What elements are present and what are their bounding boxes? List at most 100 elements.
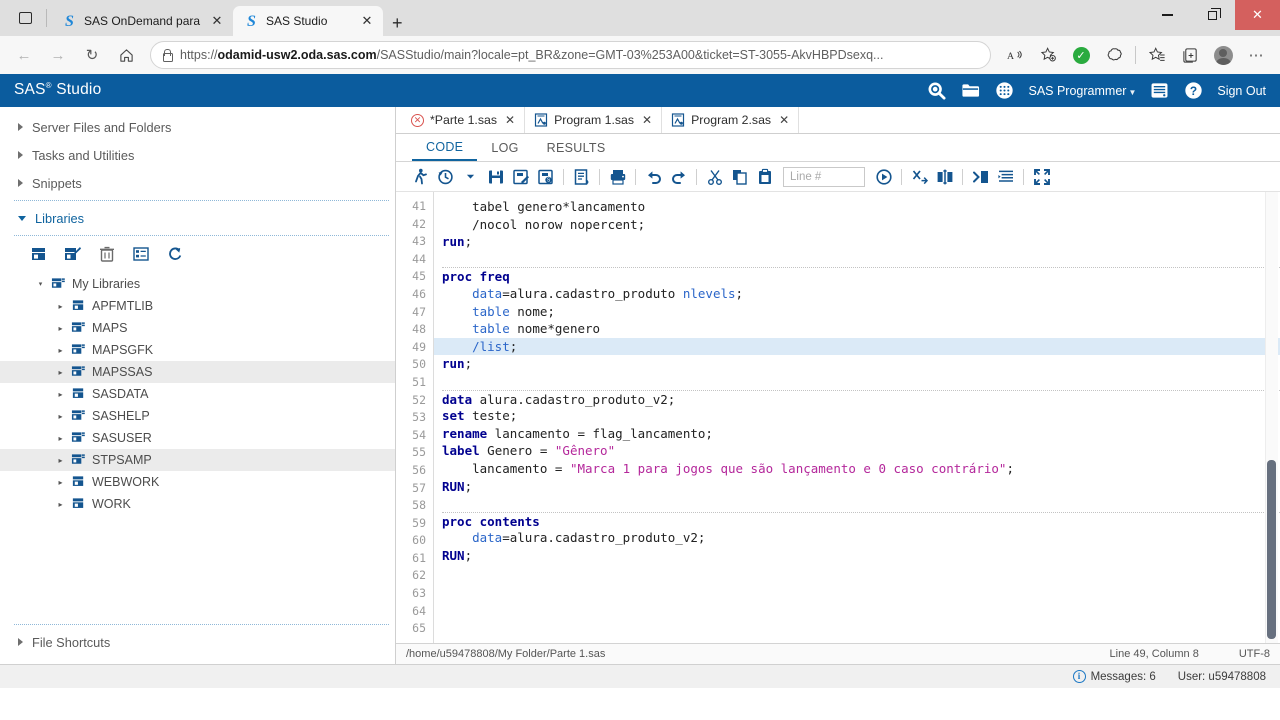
editor-tab-close-icon[interactable]: ✕ xyxy=(505,113,515,127)
add-favorite-icon[interactable] xyxy=(1032,40,1064,70)
code-line[interactable]: set teste; xyxy=(442,407,1280,425)
properties-icon[interactable] xyxy=(569,165,594,189)
collections-icon[interactable] xyxy=(1174,40,1206,70)
tree-node-sasdata[interactable]: ▸ SASDATA xyxy=(0,383,395,405)
options-menu-icon[interactable] xyxy=(1149,80,1170,101)
maximize-view-icon[interactable] xyxy=(1029,165,1054,189)
code-line[interactable]: RUN; xyxy=(442,478,1280,496)
tab-code[interactable]: CODE xyxy=(412,134,478,161)
search-icon[interactable] xyxy=(926,80,947,101)
sidebar-item-server-files-and-folders[interactable]: Server Files and Folders xyxy=(0,113,395,141)
tree-node-mapsgfk[interactable]: ▸ MAPSGFK xyxy=(0,339,395,361)
code-line[interactable] xyxy=(442,600,1280,618)
settings-more-icon[interactable]: ⋯ xyxy=(1240,40,1272,70)
paste-icon[interactable] xyxy=(752,165,777,189)
tab-results[interactable]: RESULTS xyxy=(533,134,620,161)
code-line[interactable] xyxy=(442,617,1280,635)
minimize-button[interactable] xyxy=(1145,0,1190,30)
editor-tab-parte-1[interactable]: ✕ *Parte 1.sas ✕ xyxy=(402,107,526,133)
apps-grid-icon[interactable] xyxy=(994,80,1015,101)
code-scrollbar-track[interactable] xyxy=(1265,192,1278,643)
code-line[interactable]: label Genero = "Gênero" xyxy=(442,442,1280,460)
print-icon[interactable] xyxy=(605,165,630,189)
new-tab-button[interactable]: + xyxy=(383,14,412,36)
tree-node-sashelp[interactable]: ▸ SASHELP xyxy=(0,405,395,427)
code-line[interactable]: /nocol norow nopercent; xyxy=(442,216,1280,234)
tab-search-icon[interactable] xyxy=(8,0,42,36)
code-line[interactable]: data=alura.cadastro_produto_v2; xyxy=(442,529,1280,547)
open-folder-icon[interactable] xyxy=(960,80,981,101)
messages-status[interactable]: i Messages: 6 xyxy=(1072,670,1156,683)
tab-log[interactable]: LOG xyxy=(477,134,532,161)
line-number-input[interactable]: Line # xyxy=(783,166,865,187)
favorites-icon[interactable] xyxy=(1141,40,1173,70)
tree-node-sasuser[interactable]: ▸ SASUSER xyxy=(0,427,395,449)
tree-node-webwork[interactable]: ▸ WEBWORK xyxy=(0,471,395,493)
code-line[interactable] xyxy=(442,495,1280,513)
sidebar-item-snippets[interactable]: Snippets xyxy=(0,169,395,197)
role-selector[interactable]: SAS Programmer ▼ xyxy=(1028,84,1136,98)
code-line[interactable]: proc contents xyxy=(442,511,1280,530)
sidebar-item-tasks-and-utilities[interactable]: Tasks and Utilities xyxy=(0,141,395,169)
tree-node-apfmtlib[interactable]: ▸ APFMTLIB xyxy=(0,295,395,317)
compare-icon[interactable] xyxy=(932,165,957,189)
browser-tab-1-close-icon[interactable]: ✕ xyxy=(209,13,225,29)
code-line[interactable]: proc freq xyxy=(442,267,1280,285)
home-icon[interactable] xyxy=(110,40,142,70)
new-library-icon[interactable] xyxy=(30,245,48,263)
browser-tab-2-close-icon[interactable]: ✕ xyxy=(359,13,375,29)
sidebar-item-file-shortcuts[interactable]: File Shortcuts xyxy=(0,628,395,656)
tree-node-mapssas[interactable]: ▸ MAPSSAS xyxy=(0,361,395,383)
code-line[interactable]: run; xyxy=(442,355,1280,373)
code-line[interactable] xyxy=(442,251,1280,269)
tree-node-stpsamp[interactable]: ▸ STPSAMP xyxy=(0,449,395,471)
refresh-icon[interactable] xyxy=(166,245,184,263)
run-history-icon[interactable] xyxy=(433,165,458,189)
code-line[interactable]: table nome; xyxy=(442,303,1280,321)
code-area[interactable]: 41 42 43 44 45 46 47 48 49 50 51 52 53 54 55 56 57 58 59 60… xyxy=(396,192,1280,643)
code-line[interactable]: rename lancamento = flag_lancamento; xyxy=(442,425,1280,443)
code-text[interactable]: tabel genero*lancamento /nocol norow nop… xyxy=(434,192,1280,643)
sign-out-button[interactable]: Sign Out xyxy=(1217,84,1266,98)
browser-essentials-icon[interactable] xyxy=(1098,40,1130,70)
editor-tab-program-1[interactable]: Program 1.sas ✕ xyxy=(525,107,663,133)
history-dropdown-icon[interactable] xyxy=(458,165,483,189)
undo-icon[interactable] xyxy=(641,165,666,189)
code-line[interactable]: tabel genero*lancamento xyxy=(442,198,1280,216)
forward-icon[interactable]: → xyxy=(42,40,74,70)
code-line[interactable] xyxy=(442,373,1280,391)
tree-node-maps[interactable]: ▸ MAPS xyxy=(0,317,395,339)
sidebar-item-libraries[interactable]: Libraries xyxy=(0,204,395,232)
copy-icon[interactable] xyxy=(727,165,752,189)
help-icon[interactable]: ? xyxy=(1183,80,1204,101)
verified-status-icon[interactable]: ✓ xyxy=(1065,40,1097,70)
go-to-line-icon[interactable] xyxy=(871,165,896,189)
code-line[interactable]: run; xyxy=(442,233,1280,251)
code-line[interactable]: /list; xyxy=(434,337,1280,356)
run-icon[interactable] xyxy=(408,165,433,189)
save-as-icon[interactable] xyxy=(508,165,533,189)
insert-macro-icon[interactable] xyxy=(968,165,993,189)
editor-tab-close-icon[interactable]: ✕ xyxy=(779,113,789,127)
browser-tab-1[interactable]: S SAS OnDemand para académico ✕ xyxy=(51,6,233,36)
read-aloud-icon[interactable]: A xyxy=(999,40,1031,70)
edit-library-icon[interactable] xyxy=(64,245,82,263)
code-scrollbar-thumb[interactable] xyxy=(1267,460,1276,639)
tree-node-my-libraries[interactable]: ▾ My Libraries xyxy=(0,273,395,295)
code-line[interactable]: data=alura.cadastro_produto nlevels; xyxy=(442,285,1280,303)
editor-tab-program-2[interactable]: Program 2.sas ✕ xyxy=(662,107,800,133)
save-icon[interactable] xyxy=(483,165,508,189)
code-line[interactable] xyxy=(442,564,1280,582)
code-line[interactable]: table nome*genero xyxy=(442,320,1280,338)
delete-library-icon[interactable] xyxy=(98,245,116,263)
save-all-icon[interactable]: S xyxy=(533,165,558,189)
format-code-icon[interactable] xyxy=(993,165,1018,189)
library-properties-icon[interactable] xyxy=(132,245,150,263)
clear-all-icon[interactable] xyxy=(907,165,932,189)
url-bar[interactable]: https://odamid-usw2.oda.sas.com/SASStudi… xyxy=(150,41,991,69)
code-line[interactable]: RUN; xyxy=(442,547,1280,565)
code-line[interactable] xyxy=(442,582,1280,600)
profile-avatar[interactable] xyxy=(1207,40,1239,70)
editor-tab-close-icon[interactable]: ✕ xyxy=(642,113,652,127)
cut-icon[interactable] xyxy=(702,165,727,189)
